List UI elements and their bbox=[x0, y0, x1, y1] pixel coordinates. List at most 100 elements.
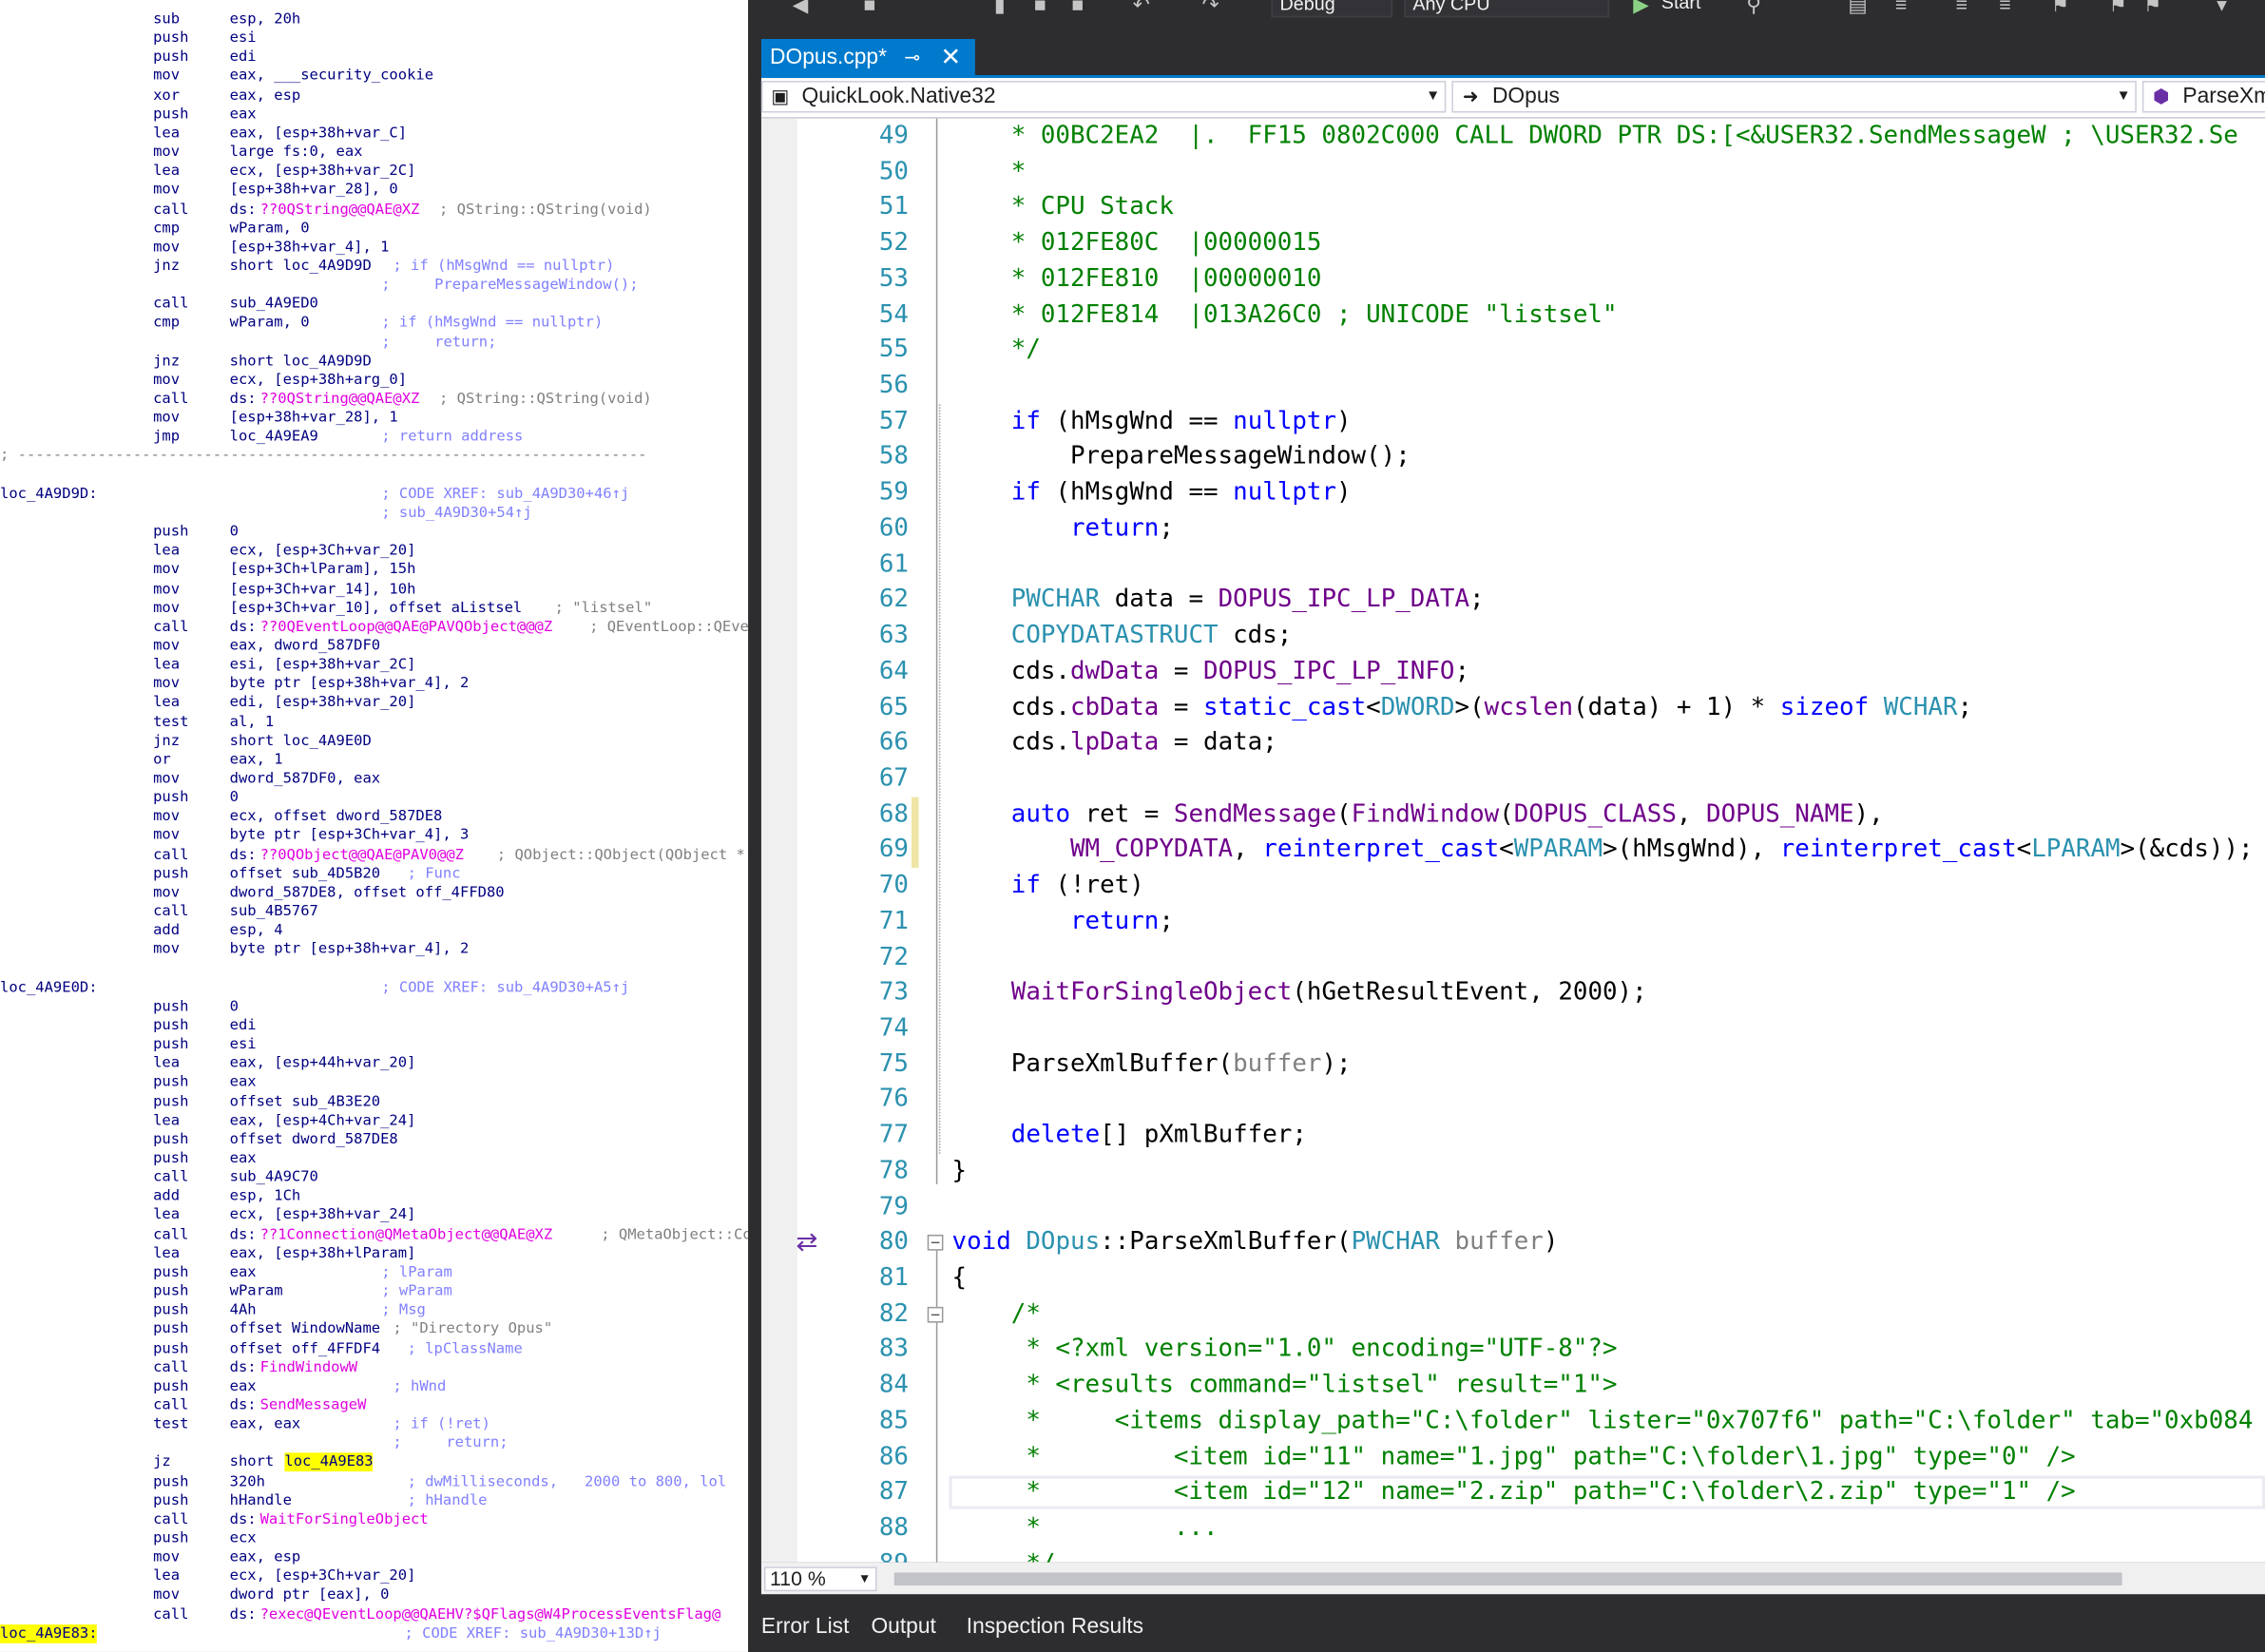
asm-line[interactable]: jnz short loc_4A9E0D bbox=[0, 732, 748, 751]
asm-line[interactable]: push eax bbox=[0, 1073, 748, 1092]
code-line[interactable]: COPYDATASTRUCT cds; bbox=[952, 618, 1293, 654]
project-combo[interactable]: ▣ QuickLook.Native32 ▼ bbox=[760, 81, 1447, 113]
asm-line[interactable]: mov [esp+3Ch+lParam], 15h bbox=[0, 561, 748, 580]
asm-line[interactable]: loc_4A9E0D: ; CODE XREF: sub_4A9D30+A5↑j bbox=[0, 978, 748, 997]
asm-line[interactable]: cmp wParam, 0 ; if (hMsgWnd == nullptr) bbox=[0, 314, 748, 333]
asm-line[interactable]: push edi bbox=[0, 48, 748, 67]
code-line[interactable]: * <item id="11" name="1.jpg" path="C:\fo… bbox=[952, 1439, 2076, 1475]
asm-line[interactable]: mov eax, dword_587DF0 bbox=[0, 637, 748, 656]
asm-line[interactable]: xor eax, esp bbox=[0, 86, 748, 106]
asm-line[interactable]: lea ecx, [esp+38h+var_2C] bbox=[0, 162, 748, 181]
code-line[interactable]: */ bbox=[952, 1546, 1055, 1563]
asm-line[interactable]: push 320h ; dwMilliseconds, 2000 to 800, l… bbox=[0, 1472, 748, 1491]
tab-inspection-results[interactable]: Inspection Results bbox=[967, 1614, 1143, 1639]
code-line[interactable]: PrepareMessageWindow(); bbox=[952, 440, 1411, 476]
tab-error-list[interactable]: Error List bbox=[761, 1614, 849, 1639]
asm-line[interactable]: push offset sub_4B3E20 bbox=[0, 1092, 748, 1111]
chevron-down-icon[interactable]: ▼ bbox=[1426, 83, 1440, 111]
asm-line[interactable] bbox=[0, 960, 748, 979]
start-debug-icon[interactable]: ▶ bbox=[1629, 0, 1652, 14]
asm-line[interactable]: jnz short loc_4A9D9D ; if (hMsgWnd == null… bbox=[0, 257, 748, 276]
asm-line[interactable]: loc_4A9D9D: ; CODE XREF: sub_4A9D30+46↑j bbox=[0, 485, 748, 504]
asm-line[interactable]: push hHandle ; hHandle bbox=[0, 1491, 748, 1510]
code-editor[interactable]: 49 * 00BC2EA2 |. FF15 0802C000 CALL DWOR… bbox=[760, 118, 2265, 1563]
asm-line[interactable]: mov [esp+38h+var_28], 0 bbox=[0, 181, 748, 200]
prev-bookmark-icon[interactable]: ⚑ bbox=[2106, 0, 2129, 14]
code-line[interactable]: * ... bbox=[952, 1510, 1218, 1546]
code-line[interactable]: PWCHAR data = DOPUS_IPC_LP_DATA; bbox=[952, 583, 1485, 619]
solution-configuration-combo[interactable]: Debug bbox=[1271, 0, 1393, 18]
asm-line[interactable]: or eax, 1 bbox=[0, 751, 748, 770]
asm-line[interactable]: push eax bbox=[0, 1149, 748, 1168]
asm-line[interactable]: add esp, 1Ch bbox=[0, 1187, 748, 1206]
code-line[interactable]: WaitForSingleObject(hGetResultEvent, 200… bbox=[952, 975, 1647, 1011]
code-line[interactable]: void DOpus::ParseXmlBuffer(PWCHAR buffer… bbox=[952, 1225, 1559, 1261]
code-line[interactable]: auto ret = SendMessage(FindWindow(DOPUS_… bbox=[952, 797, 1884, 833]
code-line[interactable]: */ bbox=[952, 333, 1041, 369]
code-line[interactable]: if (hMsgWnd == nullptr) bbox=[952, 475, 1352, 511]
asm-line[interactable]: jz short loc_4A9E83 bbox=[0, 1452, 748, 1472]
zoom-combo[interactable]: 110 % ▼ bbox=[763, 1566, 877, 1592]
asm-line[interactable]: mov [esp+38h+var_4], 1 bbox=[0, 238, 748, 257]
code-line[interactable]: * CPU Stack bbox=[952, 190, 1174, 226]
redo-icon[interactable]: ↷ bbox=[1199, 0, 1221, 14]
collapse-function-button[interactable]: − bbox=[927, 1235, 944, 1252]
asm-line[interactable]: mov ecx, [esp+38h+arg_0] bbox=[0, 371, 748, 390]
code-line[interactable]: * <results command="listsel" result="1"> bbox=[952, 1368, 1617, 1404]
asm-line[interactable]: call sub_4A9C70 bbox=[0, 1168, 748, 1187]
save-all-icon[interactable]: ■ bbox=[1028, 0, 1051, 14]
asm-line[interactable]: push eax ; hWnd bbox=[0, 1377, 748, 1396]
asm-line[interactable]: push offset dword_587DE8 bbox=[0, 1130, 748, 1149]
asm-line[interactable]: call sub_4B5767 bbox=[0, 903, 748, 922]
asm-line[interactable]: sub esp, 20h bbox=[0, 10, 748, 29]
asm-line[interactable]: push eax bbox=[0, 106, 748, 125]
bookmark-icon[interactable]: ⚑ bbox=[2048, 0, 2071, 14]
asm-line[interactable]: lea eax, [esp+44h+var_20] bbox=[0, 1054, 748, 1073]
asm-line[interactable]: cmp wParam, 0 bbox=[0, 219, 748, 238]
asm-line[interactable]: loc_4A9E83: ; CODE XREF: sub_4A9D30+13D↑j bbox=[0, 1623, 748, 1643]
asm-line[interactable]: ; --------------------------------------… bbox=[0, 447, 748, 466]
scope-combo[interactable]: ➜ DOpus ▼ bbox=[1451, 81, 2137, 113]
asm-line[interactable]: push 4Ah ; Msg bbox=[0, 1301, 748, 1320]
asm-line[interactable]: call ds: ?exec@QEventLoop@@QAEHV?$QFlags@W… bbox=[0, 1605, 748, 1624]
asm-line[interactable] bbox=[0, 466, 748, 485]
code-line[interactable]: cds.cbData = static_cast<DWORD>(wcslen(d… bbox=[952, 689, 1973, 725]
asm-line[interactable]: lea ecx, [esp+3Ch+var_20] bbox=[0, 1567, 748, 1586]
asm-line[interactable]: ; sub_4A9D30+54↑j bbox=[0, 504, 748, 523]
asm-line[interactable]: mov byte ptr [esp+3Ch+var_4], 3 bbox=[0, 827, 748, 846]
asm-line[interactable]: ; return; bbox=[0, 1434, 748, 1453]
code-line[interactable]: delete[] pXmlBuffer; bbox=[952, 1118, 1307, 1154]
chevron-down-icon[interactable]: ▼ bbox=[858, 1568, 872, 1590]
code-line[interactable]: return; bbox=[952, 511, 1174, 547]
asm-line[interactable]: call ds: ??0QEventLoop@@QAE@PAVQObject@@@Z… bbox=[0, 618, 748, 637]
asm-line[interactable]: lea ecx, [esp+38h+var_24] bbox=[0, 1206, 748, 1225]
code-line[interactable]: * <?xml version="1.0" encoding="UTF-8"?> bbox=[952, 1332, 1617, 1368]
save-icon[interactable]: ■ bbox=[858, 0, 881, 14]
code-line[interactable]: * 012FE810 |00000010 bbox=[952, 261, 1322, 298]
asm-line[interactable]: mov eax, esp bbox=[0, 1548, 748, 1567]
solution-platform-combo[interactable]: Any CPU bbox=[1404, 0, 1610, 18]
asm-line[interactable]: push eax ; lParam bbox=[0, 1263, 748, 1282]
pin-icon[interactable]: ⊸ bbox=[904, 39, 927, 75]
asm-line[interactable]: push 0 bbox=[0, 997, 748, 1016]
code-line[interactable]: cds.dwData = DOPUS_IPC_LP_INFO; bbox=[952, 654, 1469, 690]
asm-line[interactable]: call sub_4A9ED0 bbox=[0, 295, 748, 314]
code-line[interactable]: cds.lpData = data; bbox=[952, 725, 1277, 761]
code-line[interactable]: * bbox=[952, 154, 1027, 190]
start-debug-button[interactable]: Start bbox=[1661, 0, 1701, 13]
toolbar-overflow-icon[interactable]: ▾ bbox=[2210, 0, 2233, 14]
asm-line[interactable]: push esi bbox=[0, 1035, 748, 1054]
asm-line[interactable]: add esp, 4 bbox=[0, 922, 748, 941]
folder-icon[interactable]: ▮ bbox=[989, 0, 1011, 14]
asm-line[interactable]: lea ecx, [esp+3Ch+var_20] bbox=[0, 542, 748, 561]
asm-line[interactable]: mov dword_587DE8, offset off_4FFD80 bbox=[0, 884, 748, 903]
asm-line[interactable]: mov eax, ___security_cookie bbox=[0, 67, 748, 86]
format-icon[interactable]: ≡ bbox=[1993, 0, 2016, 14]
asm-line[interactable]: push offset off_4FFDF4 ; lpClassName bbox=[0, 1339, 748, 1358]
tab-dopus-cpp[interactable]: DOpus.cpp* ⊸ ✕ bbox=[760, 39, 975, 75]
code-line[interactable]: * 00BC2EA2 |. FF15 0802C000 CALL DWORD P… bbox=[952, 119, 2238, 155]
asm-line[interactable]: call ds: FindWindowW bbox=[0, 1358, 748, 1377]
asm-line[interactable]: jmp loc_4A9EA9 ; return address bbox=[0, 428, 748, 447]
asm-line[interactable]: push 0 bbox=[0, 523, 748, 542]
code-line[interactable]: { bbox=[952, 1260, 968, 1297]
